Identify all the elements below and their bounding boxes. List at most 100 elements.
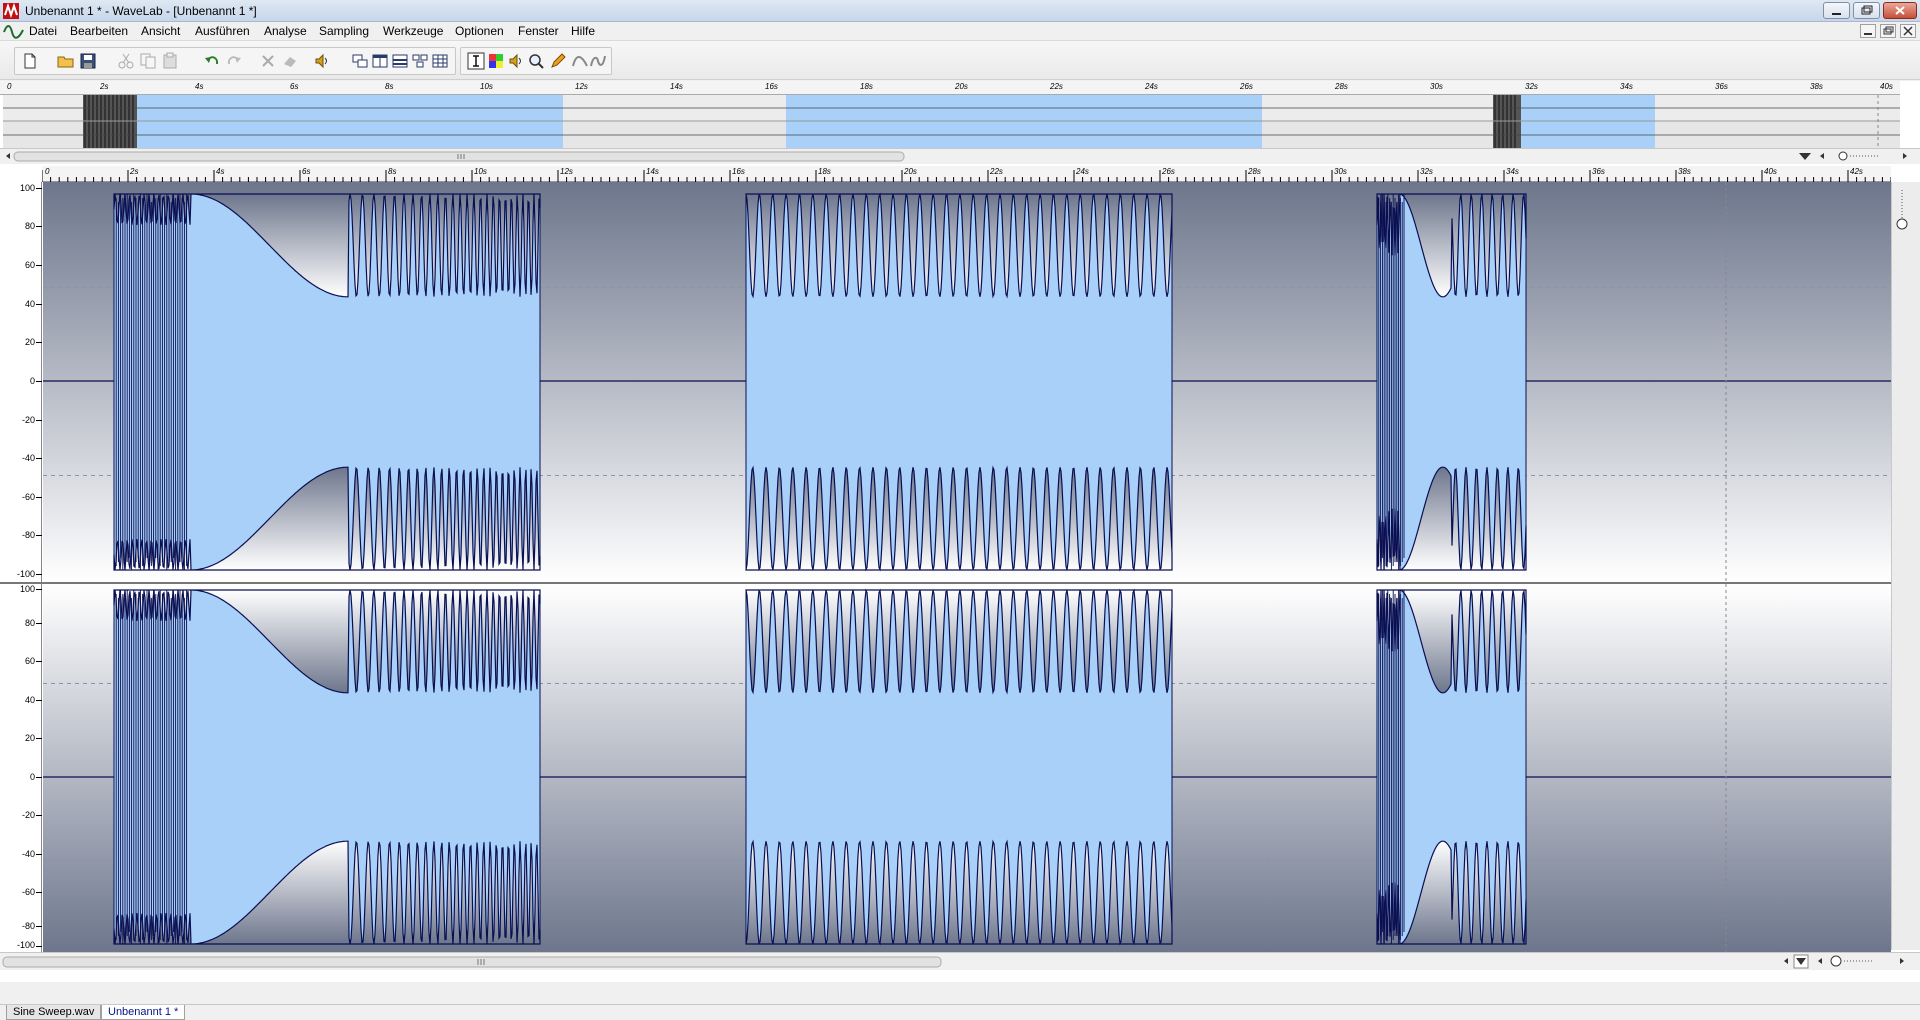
time-ruler-label: 18s	[818, 167, 831, 176]
menu-werkzeuge[interactable]: Werkzeuge	[383, 24, 443, 38]
amplitude-tick	[36, 265, 42, 266]
document-tab-bar: Sine Sweep.wav Unbenannt 1 *	[0, 1004, 1920, 1020]
time-ruler-label: 30s	[1334, 167, 1347, 176]
vertical-zoom-bar[interactable]	[1891, 182, 1920, 950]
mdi-minimize-button[interactable]	[1860, 24, 1876, 38]
new-file-button[interactable]	[19, 50, 41, 72]
amplitude-label: 80	[24, 618, 35, 628]
overview-ruler-label: 16s	[765, 82, 778, 91]
wavelab-app-icon[interactable]	[3, 3, 19, 19]
color-picker-tool[interactable]	[485, 50, 507, 72]
wave-tool[interactable]	[587, 50, 609, 72]
horizontal-scrollbar[interactable]	[0, 952, 1920, 970]
time-ruler-label: 24s	[1076, 167, 1089, 176]
selected-region	[746, 194, 1172, 570]
overview-ruler-label: 28s	[1335, 82, 1348, 91]
amplitude-tick	[36, 589, 42, 590]
eraser-button[interactable]	[279, 50, 301, 72]
time-ruler-label: 6s	[302, 167, 311, 176]
main-toolbar-group	[14, 47, 456, 75]
amplitude-tick	[36, 777, 42, 778]
overview-ruler-label: 2s	[100, 82, 109, 91]
menu-sampling[interactable]: Sampling	[319, 24, 369, 38]
menu-analyse[interactable]: Analyse	[264, 24, 307, 38]
menu-datei[interactable]: Datei	[29, 24, 57, 38]
text-cursor-tool[interactable]	[465, 50, 487, 72]
amplitude-tick	[36, 342, 42, 343]
overview-ruler-label: 18s	[860, 82, 873, 91]
cut-button[interactable]	[115, 50, 137, 72]
overview-ruler-label: 24s	[1145, 82, 1158, 91]
delete-button[interactable]	[257, 50, 279, 72]
menu-ausfuehren[interactable]: Ausführen	[195, 24, 250, 38]
undo-button[interactable]	[201, 50, 223, 72]
minimize-button[interactable]	[1823, 2, 1850, 19]
play-speaker-tool[interactable]	[505, 50, 527, 72]
overview-time-ruler[interactable]: 0 2s 4s 6s 8s 10s 12s 14s 16s 18s 20s 22…	[0, 81, 1900, 95]
save-button[interactable]	[77, 50, 99, 72]
restore-button[interactable]	[1853, 2, 1880, 19]
time-ruler[interactable]: 0 2s 4s 6s 8s 10s 12s 14s 16s 18s 20s 22…	[42, 166, 1891, 182]
tile-button[interactable]	[409, 50, 431, 72]
overview-ruler-label: 10s	[480, 82, 493, 91]
overview-waveform[interactable]	[3, 95, 1900, 148]
overview-ruler-label: 12s	[575, 82, 588, 91]
menu-hilfe[interactable]: Hilfe	[571, 24, 595, 38]
right-channel-waveform[interactable]	[43, 584, 1891, 952]
redo-button[interactable]	[223, 50, 245, 72]
amplitude-label: 0	[29, 772, 35, 782]
pencil-icon	[551, 53, 566, 68]
amplitude-label: -100	[16, 569, 35, 579]
pencil-tool[interactable]	[547, 50, 569, 72]
amplitude-tick	[36, 854, 42, 855]
amplitude-label: 40	[24, 299, 35, 309]
overview-scrollbar[interactable]	[0, 148, 1920, 164]
overview-ruler-label: 22s	[1050, 82, 1063, 91]
amplitude-tick	[36, 700, 42, 701]
copy-button[interactable]	[137, 50, 159, 72]
new-file-icon	[24, 53, 36, 69]
window-layout-button[interactable]	[349, 50, 371, 72]
grid-icon	[432, 54, 448, 68]
mdi-close-button[interactable]	[1900, 24, 1916, 38]
menu-bar: Datei Bearbeiten Ansicht Ausführen Analy…	[0, 22, 1920, 41]
split-view-button[interactable]	[369, 50, 391, 72]
amplitude-label: 20	[24, 337, 35, 347]
document-wave-icon[interactable]	[3, 24, 25, 39]
tab-unbenannt-1[interactable]: Unbenannt 1 *	[101, 1005, 186, 1020]
menu-bearbeiten[interactable]: Bearbeiten	[70, 24, 128, 38]
time-ruler-label: 22s	[990, 167, 1003, 176]
amplitude-label: 100	[19, 584, 35, 594]
amplitude-label: 0	[29, 376, 35, 386]
menu-fenster[interactable]: Fenster	[518, 24, 559, 38]
undo-icon	[205, 56, 219, 65]
cut-icon	[118, 53, 134, 69]
time-ruler-label: 12s	[560, 167, 573, 176]
tab-sine-sweep[interactable]: Sine Sweep.wav	[6, 1005, 102, 1020]
left-channel-waveform[interactable]	[43, 182, 1891, 582]
menu-optionen[interactable]: Optionen	[455, 24, 504, 38]
overview-ruler-label: 4s	[195, 82, 204, 91]
play-speaker-icon	[509, 53, 521, 69]
right-channel-amplitude-axis: 100 80 60 40 20 0 -20 -40 -60 -80 -100	[0, 584, 42, 952]
time-ruler-label: 28s	[1248, 167, 1261, 176]
overview-ruler-label: 36s	[1715, 82, 1728, 91]
overview-panel: 0 2s 4s 6s 8s 10s 12s 14s 16s 18s 20s 22…	[0, 81, 1920, 166]
amplitude-label: 20	[24, 733, 35, 743]
mdi-restore-button[interactable]	[1880, 24, 1896, 38]
paste-button[interactable]	[159, 50, 181, 72]
horizontal-split-button[interactable]	[389, 50, 411, 72]
amplitude-tick	[36, 420, 42, 421]
amplitude-tick	[36, 381, 42, 382]
right-channel-waveform-graphic	[43, 584, 1891, 952]
time-ruler-label: 14s	[646, 167, 659, 176]
time-ruler-label: 8s	[388, 167, 397, 176]
menu-ansicht[interactable]: Ansicht	[141, 24, 180, 38]
overview-ruler-label: 20s	[955, 82, 968, 91]
zoom-tool[interactable]	[525, 50, 547, 72]
close-window-button[interactable]	[1883, 2, 1917, 19]
speaker-button[interactable]	[311, 50, 333, 72]
paste-icon	[163, 52, 177, 69]
open-button[interactable]	[55, 50, 77, 72]
grid-button[interactable]	[429, 50, 451, 72]
